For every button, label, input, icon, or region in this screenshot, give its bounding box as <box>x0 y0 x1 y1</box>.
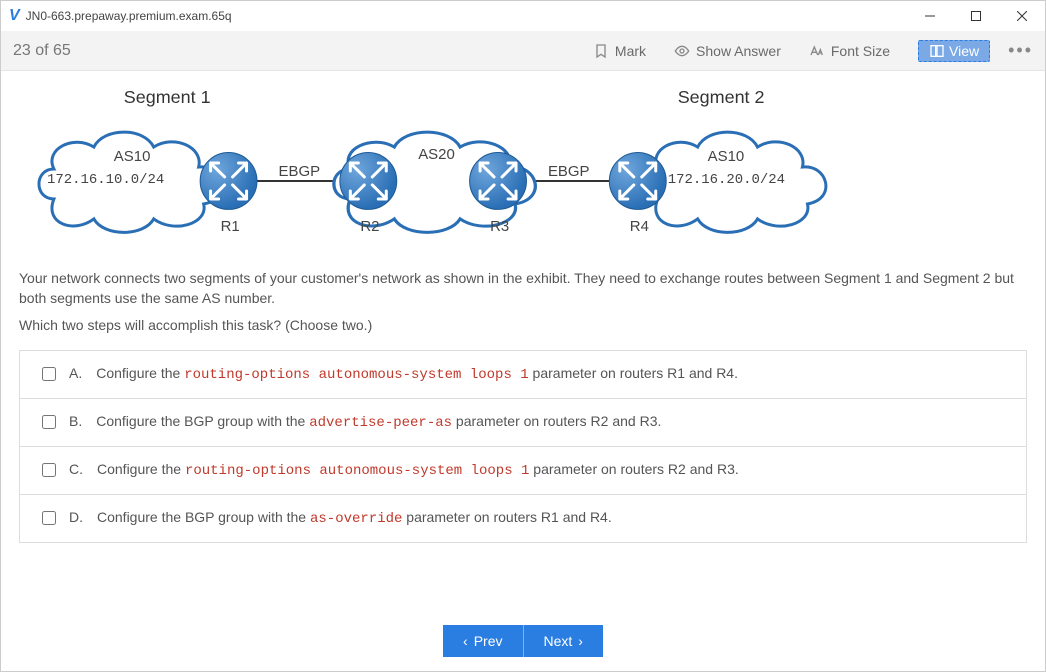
options-list: A. Configure the routing-options autonom… <box>19 350 1027 543</box>
question-paragraph-1: Your network connects two segments of yo… <box>19 269 1027 308</box>
option-d-post: parameter on routers R1 and R4. <box>402 509 611 525</box>
question-counter: 23 of 65 <box>13 42 71 60</box>
option-d[interactable]: D. Configure the BGP group with the as-o… <box>20 495 1026 542</box>
close-button[interactable] <box>999 1 1045 31</box>
segment1-title: Segment 1 <box>124 87 211 107</box>
option-b-body: Configure the BGP group with the adverti… <box>96 413 1008 431</box>
close-icon <box>1017 11 1027 21</box>
eye-icon <box>674 43 690 59</box>
content-area: Segment 1 Segment 2 AS10 172.16.10.0/24 … <box>1 71 1045 611</box>
show-answer-button[interactable]: Show Answer <box>674 43 781 59</box>
r1-label: R1 <box>221 218 240 235</box>
option-d-pre: Configure the BGP group with the <box>97 509 310 525</box>
show-answer-label: Show Answer <box>696 43 781 59</box>
option-c-letter: C. <box>69 461 83 477</box>
option-d-code: as-override <box>310 511 402 527</box>
prev-label: Prev <box>474 633 503 649</box>
option-c-checkbox[interactable] <box>42 463 56 477</box>
ebgp2-label: EBGP <box>548 163 590 180</box>
nav-buttons: ‹ Prev Next › <box>443 625 603 657</box>
option-a-checkbox[interactable] <box>42 367 56 381</box>
r4-label: R4 <box>630 218 649 235</box>
option-c[interactable]: C. Configure the routing-options autonom… <box>20 447 1026 495</box>
cloud2-as: AS20 <box>418 146 455 163</box>
maximize-icon <box>971 11 981 21</box>
next-button[interactable]: Next › <box>524 625 603 657</box>
router-r2-icon <box>340 153 396 209</box>
option-b-pre: Configure the BGP group with the <box>96 413 309 429</box>
next-label: Next <box>544 633 573 649</box>
minimize-button[interactable] <box>907 1 953 31</box>
titlebar: V JN0-663.prepaway.premium.exam.65q <box>1 1 1045 31</box>
layout-icon <box>929 43 945 59</box>
cloud1-as: AS10 <box>114 148 151 165</box>
option-b-code: advertise-peer-as <box>309 415 452 431</box>
font-size-label: Font Size <box>831 43 890 59</box>
footer: ‹ Prev Next › <box>1 611 1045 671</box>
maximize-button[interactable] <box>953 1 999 31</box>
option-c-post: parameter on routers R2 and R3. <box>529 461 738 477</box>
option-a[interactable]: A. Configure the routing-options autonom… <box>20 351 1026 399</box>
prev-button[interactable]: ‹ Prev <box>443 625 523 657</box>
network-diagram: Segment 1 Segment 2 AS10 172.16.10.0/24 … <box>19 81 1027 261</box>
option-b-checkbox[interactable] <box>42 415 56 429</box>
question-paragraph-2: Which two steps will accomplish this tas… <box>19 316 1027 336</box>
option-a-post: parameter on routers R1 and R4. <box>529 365 738 381</box>
view-label: View <box>949 43 979 59</box>
option-a-body: Configure the routing-options autonomous… <box>96 365 1008 383</box>
option-b[interactable]: B. Configure the BGP group with the adve… <box>20 399 1026 447</box>
window-title: JN0-663.prepaway.premium.exam.65q <box>26 9 232 23</box>
r3-label: R3 <box>490 218 509 235</box>
option-d-letter: D. <box>69 509 83 525</box>
option-c-body: Configure the routing-options autonomous… <box>97 461 1008 479</box>
chevron-left-icon: ‹ <box>463 633 468 649</box>
r2-label: R2 <box>360 218 379 235</box>
app-window: V JN0-663.prepaway.premium.exam.65q 23 o… <box>0 0 1046 672</box>
cloud1-subnet: 172.16.10.0/24 <box>47 172 164 188</box>
option-a-pre: Configure the <box>96 365 184 381</box>
option-a-letter: A. <box>69 365 82 381</box>
cloud3-subnet: 172.16.20.0/24 <box>668 172 785 188</box>
minimize-icon <box>925 11 935 21</box>
router-r4-icon <box>610 153 666 209</box>
router-r1-icon <box>201 153 257 209</box>
font-size-button[interactable]: Font Size <box>809 43 890 59</box>
segment2-title: Segment 2 <box>678 87 765 107</box>
toolbar: 23 of 65 Mark Show Answer Font Size View… <box>1 31 1045 71</box>
cloud3-as: AS10 <box>708 148 745 165</box>
option-a-code: routing-options autonomous-system loops … <box>184 367 528 383</box>
font-size-icon <box>809 43 825 59</box>
chevron-right-icon: › <box>578 633 583 649</box>
more-menu-button[interactable]: ••• <box>1008 40 1033 61</box>
mark-button[interactable]: Mark <box>593 43 646 59</box>
app-logo: V <box>9 7 20 25</box>
ebgp1-label: EBGP <box>278 163 320 180</box>
option-c-code: routing-options autonomous-system loops … <box>185 463 529 479</box>
option-d-checkbox[interactable] <box>42 511 56 525</box>
option-d-body: Configure the BGP group with the as-over… <box>97 509 1008 527</box>
router-r3-icon <box>470 153 526 209</box>
mark-label: Mark <box>615 43 646 59</box>
bookmark-icon <box>593 43 609 59</box>
view-button[interactable]: View <box>918 40 990 62</box>
option-c-pre: Configure the <box>97 461 185 477</box>
option-b-post: parameter on routers R2 and R3. <box>452 413 661 429</box>
option-b-letter: B. <box>69 413 82 429</box>
